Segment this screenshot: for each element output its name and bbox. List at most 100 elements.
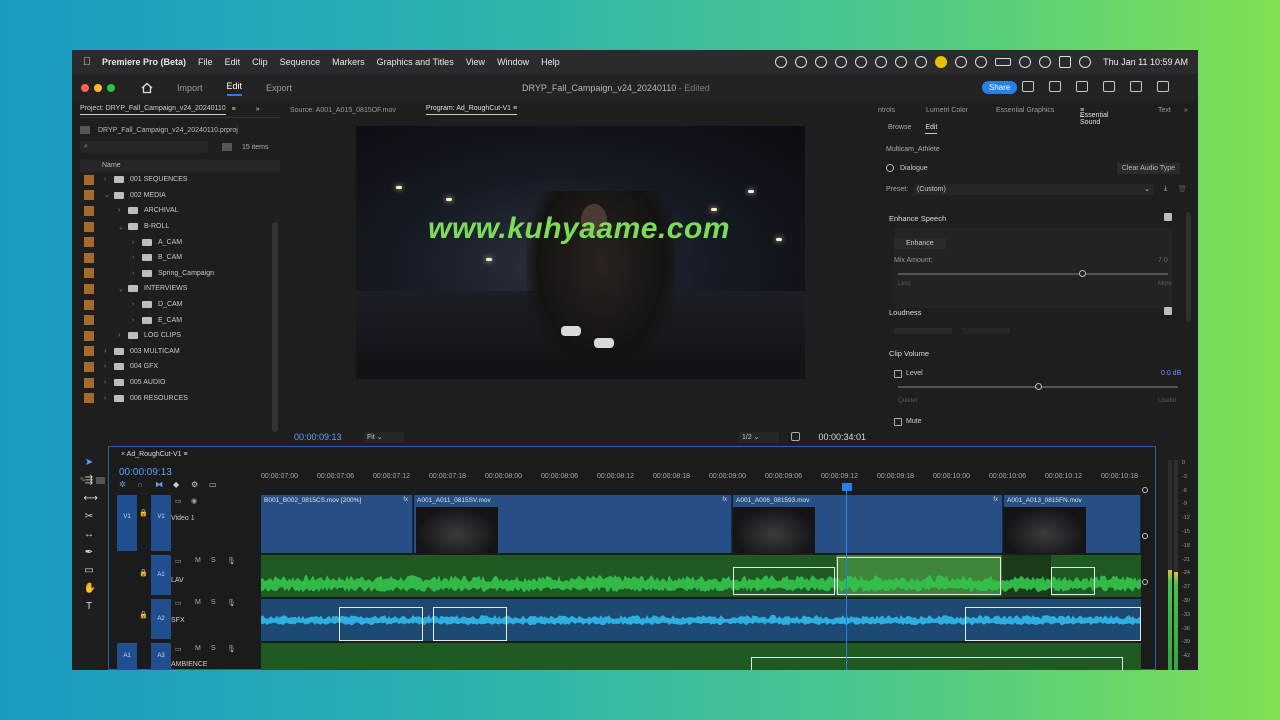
close-window-button[interactable] [81,84,89,92]
delete-preset-icon[interactable]: 🗑 [1178,185,1187,193]
timeline-ruler[interactable]: 00:00:07:00 00:00:07:06 00:00:07:12 00:00:0… [261,473,1141,485]
captions-icon[interactable]: ▭ [209,481,217,489]
menu-help[interactable]: Help [541,57,560,67]
panel-menu-icon[interactable]: ≡ [232,106,236,113]
enhance-speech-checkbox[interactable] [1164,213,1172,221]
project-tree-item[interactable]: ⌄ 002 MEDIA [80,188,280,204]
chevron-down-icon[interactable]: ⌄ [104,191,114,199]
sequence-tab[interactable]: × Ad_RoughCut-V1 ≡ [121,451,188,458]
menu-markers[interactable]: Markers [332,57,365,67]
loudness-collapsed-control[interactable] [962,328,1010,334]
audio-fade-handle[interactable] [433,607,507,641]
scroll-handle[interactable] [1142,487,1148,493]
tab-program-monitor[interactable]: Program: Ad_RoughCut-V1 ≡ [425,105,518,115]
video-clip[interactable]: A001_A006_081593.mov fx [733,495,1003,553]
chevron-right-icon[interactable]: › [104,379,114,386]
new-bin-icon[interactable] [222,143,232,151]
sync-lock-icon[interactable]: ▭ [175,497,182,505]
project-tree-item[interactable]: › 001 SEQUENCES [80,172,280,188]
home-icon[interactable] [141,82,153,94]
panel-overflow-icon[interactable]: » [256,106,260,113]
source-patch-a1[interactable]: A1 [117,643,137,670]
tab-project[interactable]: Project: DRYP_Fall_Campaign_v24_20240110 [80,105,226,115]
timeline-settings-icon[interactable]: ⚙ [191,481,199,489]
share-button[interactable]: Share [982,81,1018,94]
project-tree-item[interactable]: › D_CAM [80,297,280,313]
chevron-right-icon[interactable]: › [132,254,142,261]
level-checkbox[interactable] [894,370,902,378]
preset-select[interactable]: (Custom) ⌄ [914,184,1154,195]
eye-icon[interactable]: ◉ [191,497,197,505]
chevron-right-icon[interactable]: › [104,363,114,370]
track-target-a2[interactable]: A2 [151,599,171,639]
chevron-right-icon[interactable]: › [132,301,142,308]
project-tree-item[interactable]: › B_CAM [80,250,280,266]
mute-checkbox[interactable] [894,418,902,426]
program-video-frame[interactable] [356,126,805,379]
status-icon[interactable] [855,56,868,68]
tab-effect-controls[interactable]: ntrols [878,107,895,114]
status-icon[interactable] [795,56,808,68]
mute-track-button[interactable]: M [195,557,201,564]
essential-scrollbar[interactable] [1186,212,1191,322]
fullscreen-icon[interactable] [1157,81,1169,92]
project-tree-item[interactable]: › 005 AUDIO [80,375,280,391]
project-tree-item[interactable]: › 003 MULTICAM [80,344,280,360]
feedback-icon[interactable] [1130,81,1142,92]
selection-tool-icon[interactable]: ➤ [84,458,95,468]
status-icon[interactable] [955,56,968,68]
audio-fade-handle[interactable] [751,657,1123,670]
zoom-fit-select[interactable]: Fit ⌄ [364,432,404,443]
level-knob[interactable] [1035,383,1042,390]
bluetooth-icon[interactable] [975,56,988,68]
minimize-window-button[interactable] [94,84,102,92]
tab-export[interactable]: Export [266,83,292,93]
tab-essential-sound[interactable]: Essential Sound ≡ [1080,107,1108,126]
playback-resolution-select[interactable]: 1/2 ⌄ [739,432,779,443]
lock-icon[interactable]: 🔒 [139,611,148,619]
timeline-playhead[interactable] [842,483,852,491]
chevron-right-icon[interactable]: › [132,270,142,277]
audio-fade-handle[interactable] [339,607,423,641]
track-target-a1[interactable]: A1 [151,555,171,595]
project-tree-item[interactable]: › 004 GFX [80,359,280,375]
project-tree-item[interactable]: ⌄ B-ROLL [80,219,280,235]
track-target-a3[interactable]: A3 [151,643,171,670]
project-tree-item[interactable]: › E_CAM [80,312,280,328]
panel-overflow-icon[interactable]: » [1184,107,1188,114]
panel-layout-icon[interactable] [1022,81,1034,92]
voiceover-mic-icon[interactable]: 🎙 [227,599,236,607]
tab-essential-graphics[interactable]: Essential Graphics [996,107,1054,114]
subtab-browse[interactable]: Browse [888,124,911,134]
status-icon[interactable] [935,56,948,68]
chevron-right-icon[interactable]: › [118,332,128,339]
loudness-collapsed-control[interactable] [894,328,952,334]
hand-tool-icon[interactable]: ✋ [84,584,96,594]
chevron-down-icon[interactable]: ⌄ [118,223,128,231]
solo-track-button[interactable]: S [211,557,216,564]
chevron-right-icon[interactable]: › [104,348,114,355]
project-tree-item[interactable]: ⌄ INTERVIEWS [80,281,280,297]
menu-window[interactable]: Window [497,57,529,67]
audio-fade-handle[interactable] [1051,567,1095,595]
linked-selection-icon[interactable]: ⧓ [155,481,163,489]
menubar-clock[interactable]: Thu Jan 11 10:59 AM [1103,57,1188,67]
track-target-v1[interactable]: V1 [151,495,171,551]
status-icon[interactable] [775,56,788,68]
sync-lock-icon[interactable]: ▭ [175,557,182,565]
ripple-edit-tool-icon[interactable]: ⟷ [84,494,98,504]
source-patch-v1[interactable]: V1 [117,495,137,551]
project-tree-item[interactable]: › LOG CLIPS [80,328,280,344]
status-icon[interactable] [915,56,928,68]
pen-tool-icon[interactable]: ✒ [84,548,95,558]
timeline-timecode[interactable]: 00:00:09:13 [119,467,172,478]
enhance-button[interactable]: Enhance [894,238,946,249]
track-select-tool-icon[interactable]: ⇶ [84,476,95,486]
voiceover-mic-icon[interactable]: 🎙 [227,645,236,653]
lock-icon[interactable]: 🔒 [139,509,148,517]
video-clip[interactable]: A001_A011_0815SV.mov fx [414,495,732,553]
audio-fade-handle[interactable] [733,567,835,595]
audio-fade-handle[interactable] [965,607,1141,641]
lock-icon[interactable]: 🔒 [139,569,148,577]
project-search-input[interactable]: ⌕ [80,141,208,153]
